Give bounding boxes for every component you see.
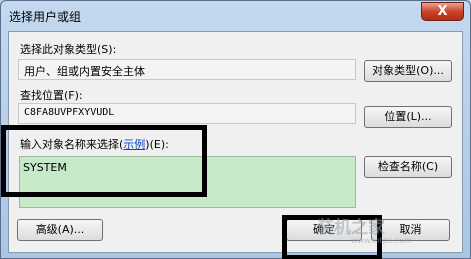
dialog-title: 选择用户或组 xyxy=(9,10,82,24)
location-label: 查找位置(F): xyxy=(20,89,83,102)
close-button[interactable]: X xyxy=(421,2,464,21)
watermark-url: www.lotpc.com xyxy=(351,236,412,245)
advanced-button[interactable]: 高级(A)... xyxy=(17,219,103,241)
object-types-button[interactable]: 对象类型(O)... xyxy=(364,60,452,82)
object-type-field: 用户、组或内置安全主体 xyxy=(18,59,356,80)
locations-button[interactable]: 位置(L)... xyxy=(364,106,452,128)
check-names-button[interactable]: 检查名称(C) xyxy=(364,156,452,178)
location-field: C8FA8UVPFXYVUDL xyxy=(18,103,356,124)
dialog-window: 选择用户或组 X 选择此对象类型(S): 用户、组或内置安全主体 对象类型(O)… xyxy=(0,0,471,259)
watermark-logo: 装机之家 xyxy=(317,218,385,238)
title-bar[interactable]: 选择用户或组 X xyxy=(1,1,470,31)
object-type-label: 选择此对象类型(S): xyxy=(20,43,117,56)
highlight-names-annotation xyxy=(1,125,207,197)
close-icon: X xyxy=(437,4,448,19)
